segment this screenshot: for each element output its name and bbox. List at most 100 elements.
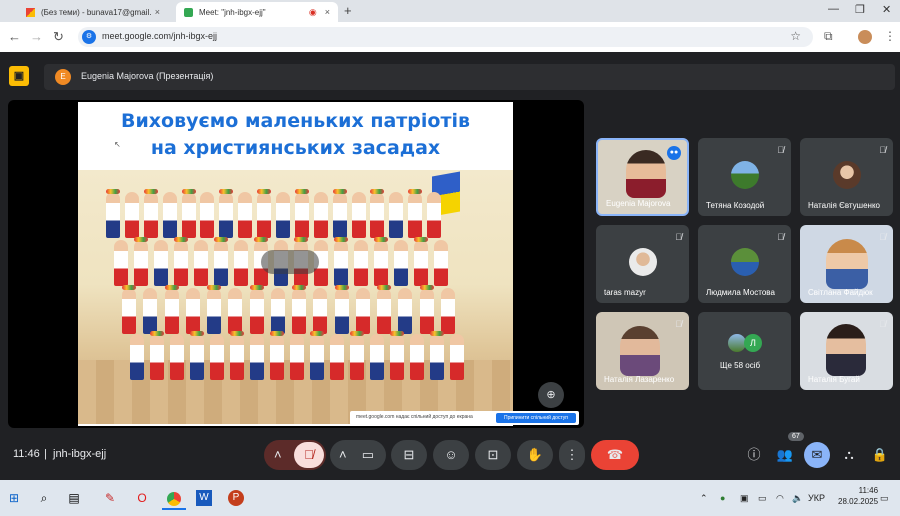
battery-icon[interactable]: ▭ xyxy=(758,493,767,504)
more-options-button[interactable]: ⋮ xyxy=(559,440,585,470)
participant-tile[interactable]: 🎙̸ Наталія Євтушенко xyxy=(800,138,893,216)
media-controls[interactable] xyxy=(261,250,319,274)
wreath xyxy=(254,237,268,242)
participant-tile[interactable]: 🎙̸ Людмила Мостова xyxy=(698,225,791,303)
child-figure xyxy=(294,192,309,238)
child-figure xyxy=(377,288,391,334)
chrome-icon[interactable] xyxy=(162,486,186,510)
participant-tile[interactable]: 🎙̸ Наталія Бугай xyxy=(800,312,893,390)
new-tab-button[interactable]: + xyxy=(344,3,352,18)
app-icon[interactable]: ✎ xyxy=(98,486,122,510)
slide-title-line1: Виховуємо маленьких патріотів xyxy=(120,110,471,132)
windows-taskbar: ⊞ ⌕ ▤ ✎ O W P ⌃ ● ▣ ▭ ◠ 🔈 УКР 11:46 28.0… xyxy=(0,480,900,516)
present-button[interactable]: ⊡ xyxy=(475,440,511,470)
wreath xyxy=(332,189,347,194)
child-figure xyxy=(414,240,428,286)
meeting-time: 11:46 xyxy=(13,448,40,460)
people-count-badge: 67 xyxy=(788,432,804,441)
chat-icon[interactable]: ✉ xyxy=(804,442,830,468)
child-figure xyxy=(313,288,328,334)
emoji-button[interactable]: ☺ xyxy=(433,440,469,470)
participant-tile[interactable]: 🎙̸ Тетяна Козодой xyxy=(698,138,791,216)
mic-options-button[interactable]: ˄ 🎙̸ xyxy=(264,440,326,470)
participant-name: Людмила Мостова xyxy=(706,288,775,297)
participant-tile[interactable]: 🎙̸ taras mazyr xyxy=(596,225,689,303)
word-icon[interactable]: W xyxy=(196,490,212,506)
close-icon[interactable]: × xyxy=(155,7,160,17)
search-icon[interactable]: ⌕ xyxy=(32,486,56,510)
stop-sharing-button[interactable]: Припинити спільний доступ xyxy=(496,413,576,423)
child-figure xyxy=(234,240,248,286)
language-indicator[interactable]: УКР xyxy=(808,493,825,503)
menu-icon[interactable]: ⋮ xyxy=(884,29,896,43)
profile-avatar[interactable] xyxy=(858,30,872,44)
child-figure xyxy=(330,334,344,380)
tray-chevron-icon[interactable]: ⌃ xyxy=(700,493,708,504)
tab-meet[interactable]: Meet: "jnh-ibgx-ejj" ◉ × xyxy=(176,2,338,22)
close-window-button[interactable]: ✕ xyxy=(882,3,891,16)
system-clock[interactable]: 11:46 28.02.2025 xyxy=(838,485,878,507)
tab-gmail[interactable]: (Без теми) - bunava17@gmail. × xyxy=(18,2,168,22)
present-screen-icon: ⊡ xyxy=(487,447,499,462)
wreath xyxy=(270,331,284,336)
bookmark-star-icon[interactable]: ☆ xyxy=(790,29,801,43)
wreath xyxy=(249,285,264,290)
more-participants-tile[interactable]: Л Ще 58 осіб xyxy=(698,312,791,390)
participant-tile[interactable]: ●● Eugenia Majorova xyxy=(596,138,689,216)
child-figure xyxy=(210,334,224,380)
zoom-icon[interactable]: ⊕ xyxy=(538,382,564,408)
child-figure xyxy=(408,192,423,238)
mic-off-icon: 🎙̸ xyxy=(879,319,886,329)
site-info-icon[interactable]: ⚙ xyxy=(82,30,96,44)
raise-hand-button[interactable]: ✋ xyxy=(517,440,553,470)
participant-tile[interactable]: 🎙̸ Наталія Лазаренко xyxy=(596,312,689,390)
forward-icon[interactable]: → xyxy=(30,29,43,44)
child-figure xyxy=(350,334,364,380)
child-figure xyxy=(249,288,264,334)
camera-icon[interactable]: ▭ xyxy=(362,440,374,470)
opera-icon[interactable]: O xyxy=(130,486,154,510)
mic-off-icon: 🎙̸ xyxy=(777,145,784,155)
reload-icon[interactable]: ↻ xyxy=(53,29,64,45)
wifi-icon[interactable]: ◠ xyxy=(776,493,784,504)
close-icon[interactable]: × xyxy=(325,7,330,17)
child-figure xyxy=(370,334,384,380)
child-figure xyxy=(374,240,388,286)
child-figure xyxy=(194,240,208,286)
windows-start-icon[interactable]: ⊞ xyxy=(2,486,26,510)
participant-tile[interactable]: 🎙̸ Світлана Файдюк xyxy=(800,225,893,303)
notifications-icon[interactable]: ▭ xyxy=(880,493,889,504)
child-figure xyxy=(170,334,184,380)
minimize-button[interactable]: — xyxy=(828,3,839,15)
more-vert-icon: ⋮ xyxy=(565,447,579,462)
activities-icon[interactable]: ▣ xyxy=(9,66,29,86)
back-icon[interactable]: ← xyxy=(8,29,21,44)
host-controls-icon[interactable]: 🔒 xyxy=(867,442,893,468)
omnibox[interactable]: ⚙ meet.google.com/jnh-ibgx-ejj ☆ xyxy=(78,27,813,47)
child-figure xyxy=(154,240,168,286)
task-view-icon[interactable]: ▤ xyxy=(62,486,86,510)
mic-off-icon[interactable]: 🎙̸ xyxy=(294,442,324,468)
info-icon[interactable]: ⓘ xyxy=(741,442,767,468)
participant-video xyxy=(826,324,866,376)
powerpoint-icon[interactable]: P xyxy=(228,490,244,506)
participant-name: Тетяна Козодой xyxy=(706,201,765,210)
leave-call-button[interactable]: ☎ xyxy=(591,440,639,470)
wreath xyxy=(334,237,348,242)
people-icon[interactable]: 👥 xyxy=(772,442,798,468)
avatar xyxy=(731,248,759,276)
tray-app-icon[interactable]: ● xyxy=(720,493,725,503)
hand-icon: ✋ xyxy=(526,447,544,462)
activities-icon[interactable]: ⛬ xyxy=(836,442,862,468)
extensions-icon[interactable]: ⧉ xyxy=(824,29,833,44)
child-figure xyxy=(351,192,366,238)
address-bar-row: ← → ↻ ⚙ meet.google.com/jnh-ibgx-ejj ☆ xyxy=(0,22,900,53)
captions-button[interactable]: ⊟ xyxy=(391,440,427,470)
maximize-button[interactable]: ❐ xyxy=(855,3,865,16)
tray-app-icon[interactable]: ▣ xyxy=(740,493,749,504)
camera-options-button[interactable]: ˄ ▭ xyxy=(330,440,386,470)
child-figure xyxy=(276,192,290,238)
mic-off-icon: 🎙̸ xyxy=(675,319,682,329)
volume-icon[interactable]: 🔈 xyxy=(792,493,803,504)
share-notice-text: meet.google.com надає спільний доступ до… xyxy=(356,414,473,420)
